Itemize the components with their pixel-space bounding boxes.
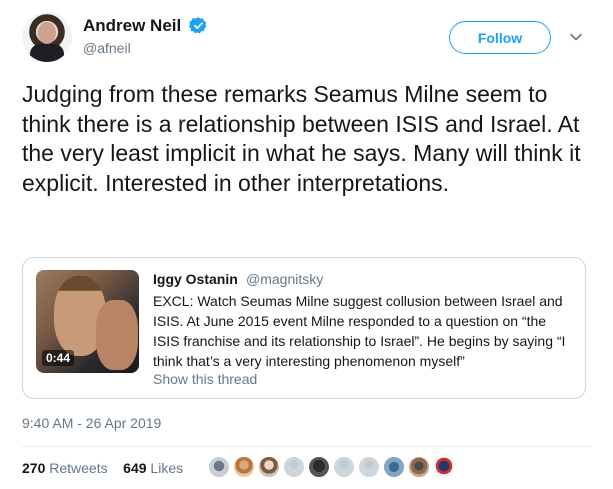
liker-avatar[interactable] <box>433 456 455 478</box>
quoted-tweet[interactable]: 0:44 Iggy Ostanin @magnitsky EXCL: Watch… <box>22 257 586 399</box>
tweet-timestamp[interactable]: 9:40 AM - 26 Apr 2019 <box>22 415 161 431</box>
quoted-author-handle[interactable]: @magnitsky <box>246 271 323 287</box>
verified-badge-icon <box>189 17 207 34</box>
liker-avatar[interactable] <box>233 456 255 478</box>
tweet: Andrew Neil @afneil Follow Judging from … <box>0 0 613 489</box>
follow-button[interactable]: Follow <box>449 21 551 54</box>
show-thread-link[interactable]: Show this thread <box>153 371 257 387</box>
retweets-stat[interactable]: 270 Retweets <box>22 460 108 476</box>
video-duration: 0:44 <box>42 350 75 366</box>
author-name[interactable]: Andrew Neil <box>83 16 181 36</box>
divider <box>22 446 592 447</box>
liker-avatar[interactable] <box>383 456 405 478</box>
avatar-face <box>38 22 56 44</box>
engagement-stats: 270 Retweets 649 Likes <box>22 460 183 476</box>
liker-avatar[interactable] <box>283 456 305 478</box>
avatar-shirt <box>30 44 64 62</box>
liker-avatar[interactable] <box>258 456 280 478</box>
author-avatar[interactable] <box>22 12 72 62</box>
liker-avatar[interactable] <box>208 456 230 478</box>
likes-label: Likes <box>150 460 184 476</box>
video-hand <box>96 300 138 370</box>
quoted-text: EXCL: Watch Seumas Milne suggest collusi… <box>153 293 566 369</box>
retweets-count: 270 <box>22 460 46 476</box>
chevron-down-icon[interactable] <box>569 30 583 44</box>
author-handle[interactable]: @afneil <box>83 40 131 56</box>
liker-avatar[interactable] <box>408 456 430 478</box>
liker-avatar[interactable] <box>308 456 330 478</box>
video-thumbnail[interactable]: 0:44 <box>36 270 139 373</box>
retweets-label: Retweets <box>49 460 108 476</box>
likes-stat[interactable]: 649 Likes <box>123 460 183 476</box>
liker-avatar[interactable] <box>358 456 380 478</box>
likes-count: 649 <box>123 460 147 476</box>
tweet-text: Judging from these remarks Seamus Milne … <box>22 81 581 196</box>
quoted-author-name[interactable]: Iggy Ostanin <box>153 271 238 287</box>
liker-avatar[interactable] <box>333 456 355 478</box>
